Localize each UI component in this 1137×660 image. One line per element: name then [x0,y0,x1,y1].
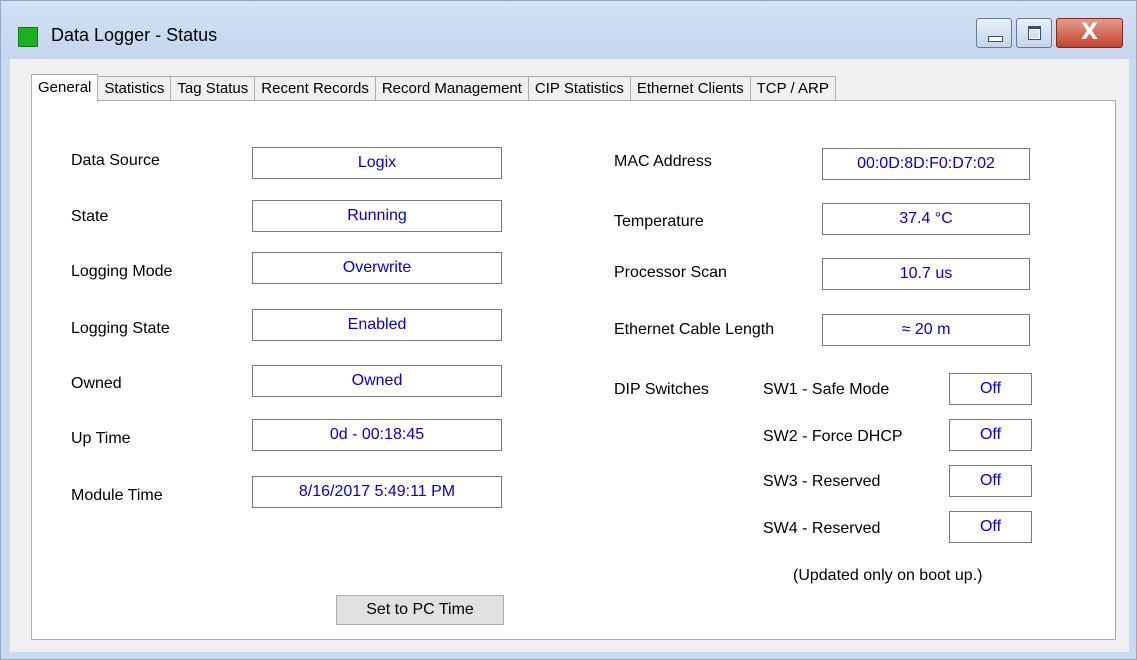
tab-statistics[interactable]: Statistics [97,76,172,101]
window-client-area: General Statistics Tag Status Recent Rec… [10,59,1129,652]
state-field: Running [252,200,502,232]
logging-mode-label: Logging Mode [71,263,173,280]
dip-switch-value: Off [949,419,1032,451]
processor-scan-field: 10.7 us [822,258,1030,290]
mac-address-label: MAC Address [614,153,712,170]
data-logger-window: Data Logger - Status X General Statistic… [0,0,1137,660]
module-time-label: Module Time [71,487,163,504]
dip-switch-value: Off [949,511,1032,543]
tab-general[interactable]: General [31,74,99,102]
tab-recent-records[interactable]: Recent Records [254,76,376,101]
dip-switch-value: Off [949,465,1032,497]
title-bar[interactable]: Data Logger - Status X [1,1,1136,59]
set-to-pc-time-button[interactable]: Set to PC Time [336,595,504,625]
logging-state-label: Logging State [71,320,170,337]
dip-switch-label: SW3 - Reserved [763,473,881,490]
dip-switches-label: DIP Switches [614,381,709,398]
close-button[interactable]: X [1056,18,1123,48]
tab-strip: General Statistics Tag Status Recent Rec… [31,74,836,102]
general-panel: Data Source Logix State Running Logging … [31,100,1116,640]
owned-field: Owned [252,365,502,397]
dip-switch-value: Off [949,373,1032,405]
tab-record-management[interactable]: Record Management [374,76,529,101]
up-time-field: 0d - 00:18:45 [252,419,502,451]
dip-switch-label: SW2 - Force DHCP [763,428,903,445]
data-source-label: Data Source [71,152,160,169]
dip-switches-note: (Updated only on boot up.) [793,567,983,584]
owned-label: Owned [71,375,122,392]
minimize-button[interactable] [976,18,1012,48]
logging-state-field: Enabled [252,309,502,341]
logging-mode-field: Overwrite [252,252,502,284]
dip-switch-label: SW4 - Reserved [763,520,881,537]
module-time-field: 8/16/2017 5:49:11 PM [252,476,502,508]
processor-scan-label: Processor Scan [614,264,727,281]
dip-switch-label: SW1 - Safe Mode [763,381,890,398]
tab-cip-statistics[interactable]: CIP Statistics [527,76,631,101]
data-source-field: Logix [252,147,502,179]
ethernet-cable-length-field: ≈ 20 m [822,314,1030,346]
mac-address-field: 00:0D:8D:F0:D7:02 [822,148,1030,180]
maximize-button[interactable] [1016,18,1052,48]
tab-tag-status[interactable]: Tag Status [170,76,256,101]
window-title: Data Logger - Status [51,25,218,45]
status-square-icon [18,27,38,47]
tab-ethernet-clients[interactable]: Ethernet Clients [629,76,751,101]
state-label: State [71,208,109,225]
temperature-field: 37.4 °C [822,203,1030,235]
temperature-label: Temperature [614,213,704,230]
up-time-label: Up Time [71,430,131,447]
ethernet-cable-length-label: Ethernet Cable Length [614,321,775,338]
tab-tcp-arp[interactable]: TCP / ARP [749,76,836,101]
close-icon: X [1081,20,1098,45]
